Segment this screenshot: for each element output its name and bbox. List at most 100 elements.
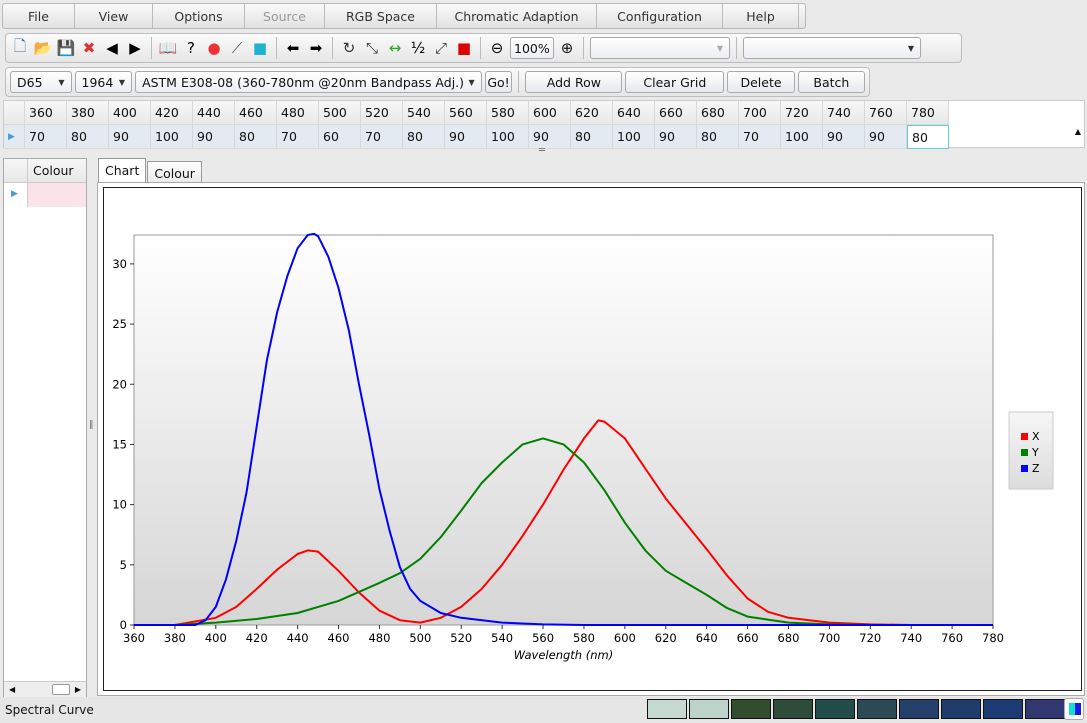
- colour-swatch[interactable]: [1025, 699, 1065, 719]
- grid-cell-620[interactable]: 80: [571, 125, 613, 149]
- horizontal-scrollbar[interactable]: ◀ ▶: [4, 681, 86, 697]
- menu-rgb-space[interactable]: RGB Space: [325, 4, 437, 28]
- grid-cell-460[interactable]: 80: [235, 125, 277, 149]
- back-arrow-icon[interactable]: ⬅: [283, 38, 303, 58]
- fit-width-icon[interactable]: ↔: [385, 38, 405, 58]
- import-icon[interactable]: ◀: [102, 38, 122, 58]
- grid-cell-440[interactable]: 90: [193, 125, 235, 149]
- menu-options[interactable]: Options: [153, 4, 245, 28]
- row-selector-icon[interactable]: ▶: [4, 183, 28, 207]
- scroll-up-icon[interactable]: ▲: [1075, 127, 1081, 136]
- close-file-icon[interactable]: ✖: [79, 38, 99, 58]
- colour-swatch[interactable]: [983, 699, 1023, 719]
- forward-arrow-icon[interactable]: ➡: [306, 38, 326, 58]
- dropdown-1[interactable]: ▼: [590, 37, 730, 59]
- row-selector-icon[interactable]: ▶: [4, 125, 25, 149]
- grid-cell-360[interactable]: 70: [25, 125, 67, 149]
- colour-swatch[interactable]: [647, 699, 687, 719]
- observer-value: 1964: [81, 74, 114, 90]
- x-tick-label: 540: [491, 631, 513, 645]
- grid-cell-540[interactable]: 80: [403, 125, 445, 149]
- panel-splitter[interactable]: ‖: [89, 420, 94, 430]
- grid-cell-420[interactable]: 100: [151, 125, 193, 149]
- menu-file[interactable]: File: [3, 4, 75, 28]
- palette-icon[interactable]: [1064, 698, 1084, 720]
- grid-cell-500[interactable]: 60: [319, 125, 361, 149]
- batch-button[interactable]: Batch: [797, 71, 866, 93]
- observer-select[interactable]: 1964 ▼: [74, 71, 133, 93]
- add-row-button[interactable]: Add Row: [525, 71, 623, 93]
- colour-swatch[interactable]: [815, 699, 855, 719]
- color-wheel-icon[interactable]: ●: [204, 38, 224, 58]
- color-blocks-icon[interactable]: ■: [454, 38, 474, 58]
- colour-swatch[interactable]: [941, 699, 981, 719]
- grid-cell-580[interactable]: 100: [487, 125, 529, 149]
- y-tick-label: 0: [120, 618, 127, 632]
- y-tick-label: 10: [112, 498, 127, 512]
- colour-swatch[interactable]: [899, 699, 939, 719]
- save-icon[interactable]: 💾: [56, 38, 76, 58]
- weighting-table-select[interactable]: ASTM E308-08 (360-780nm @20nm Bandpass A…: [135, 71, 482, 93]
- grid-cell-640[interactable]: 100: [613, 125, 655, 149]
- row-header-corner: [4, 101, 25, 125]
- colour-swatch[interactable]: [689, 699, 729, 719]
- color-squares-icon[interactable]: ■: [250, 38, 270, 58]
- menu-bar: File View Options Source RGB Space Chromatic …: [2, 3, 806, 29]
- menu-view[interactable]: View: [75, 4, 153, 28]
- menu-chromatic-adaption[interactable]: Chromatic Adaption: [437, 4, 597, 28]
- grid-cell-720[interactable]: 100: [781, 125, 823, 149]
- y-tick-label: 30: [112, 257, 127, 271]
- grid-cell-660[interactable]: 90: [655, 125, 697, 149]
- half-icon[interactable]: ½: [408, 38, 428, 58]
- zoom-level-input[interactable]: 100%: [510, 37, 554, 59]
- book-icon[interactable]: 📖: [158, 38, 178, 58]
- colour-cell[interactable]: [28, 183, 86, 207]
- size-icon[interactable]: ⤡: [362, 38, 382, 58]
- grid-cell-380[interactable]: 80: [67, 125, 109, 149]
- column-header-560: 560: [445, 101, 487, 125]
- grid-cell-520[interactable]: 70: [361, 125, 403, 149]
- spectral-data-grid: 360 380 400 420 440 460 480 500 520 540 560 580 600 6…: [3, 100, 1085, 156]
- menu-configuration[interactable]: Configuration: [597, 4, 723, 28]
- x-tick-label: 560: [532, 631, 554, 645]
- column-header-400: 400: [109, 101, 151, 125]
- go-button[interactable]: Go!: [484, 71, 513, 93]
- grid-cell-600[interactable]: 90: [529, 125, 571, 149]
- colour-swatch[interactable]: [731, 699, 771, 719]
- menu-source[interactable]: Source: [245, 4, 325, 28]
- zoom-in-icon[interactable]: ⊕: [557, 38, 577, 58]
- grid-cell-480[interactable]: 70: [277, 125, 319, 149]
- tab-colour[interactable]: Colour: [147, 161, 202, 184]
- colour-swatch[interactable]: [857, 699, 897, 719]
- open-folder-icon[interactable]: 📂: [33, 38, 53, 58]
- export-icon[interactable]: ▶: [125, 38, 145, 58]
- column-header-640: 640: [613, 101, 655, 125]
- chart-icon[interactable]: ⟋: [227, 38, 247, 58]
- colour-swatch[interactable]: [773, 699, 813, 719]
- grid-cell-680[interactable]: 80: [697, 125, 739, 149]
- menu-help[interactable]: Help: [723, 4, 799, 28]
- new-file-icon[interactable]: 🗋: [10, 37, 30, 58]
- grid-cell-560[interactable]: 90: [445, 125, 487, 149]
- rotate-icon[interactable]: ↻: [339, 38, 359, 58]
- column-header-500: 500: [319, 101, 361, 125]
- help-icon[interactable]: ?: [181, 38, 201, 58]
- tab-chart[interactable]: Chart: [98, 158, 147, 184]
- chevron-down-icon: ▼: [58, 77, 65, 87]
- clear-grid-button[interactable]: Clear Grid: [625, 71, 725, 93]
- x-tick-label: 760: [941, 631, 963, 645]
- column-header-380: 380: [67, 101, 109, 125]
- grid-cell-780[interactable]: 80: [907, 125, 949, 149]
- column-header-680: 680: [697, 101, 739, 125]
- grid-cell-760[interactable]: 90: [865, 125, 907, 149]
- illuminant-select[interactable]: D65 ▼: [10, 71, 72, 93]
- zoom-out-icon[interactable]: ⊖: [487, 38, 507, 58]
- grid-cell-700[interactable]: 70: [739, 125, 781, 149]
- fullscreen-icon[interactable]: ⤢: [431, 38, 451, 58]
- splitter-handle[interactable]: ═: [539, 145, 545, 156]
- grid-cell-400[interactable]: 90: [109, 125, 151, 149]
- x-tick-label: 380: [164, 631, 186, 645]
- grid-cell-740[interactable]: 90: [823, 125, 865, 149]
- delete-button[interactable]: Delete: [727, 71, 795, 93]
- dropdown-2[interactable]: ▼: [743, 37, 921, 59]
